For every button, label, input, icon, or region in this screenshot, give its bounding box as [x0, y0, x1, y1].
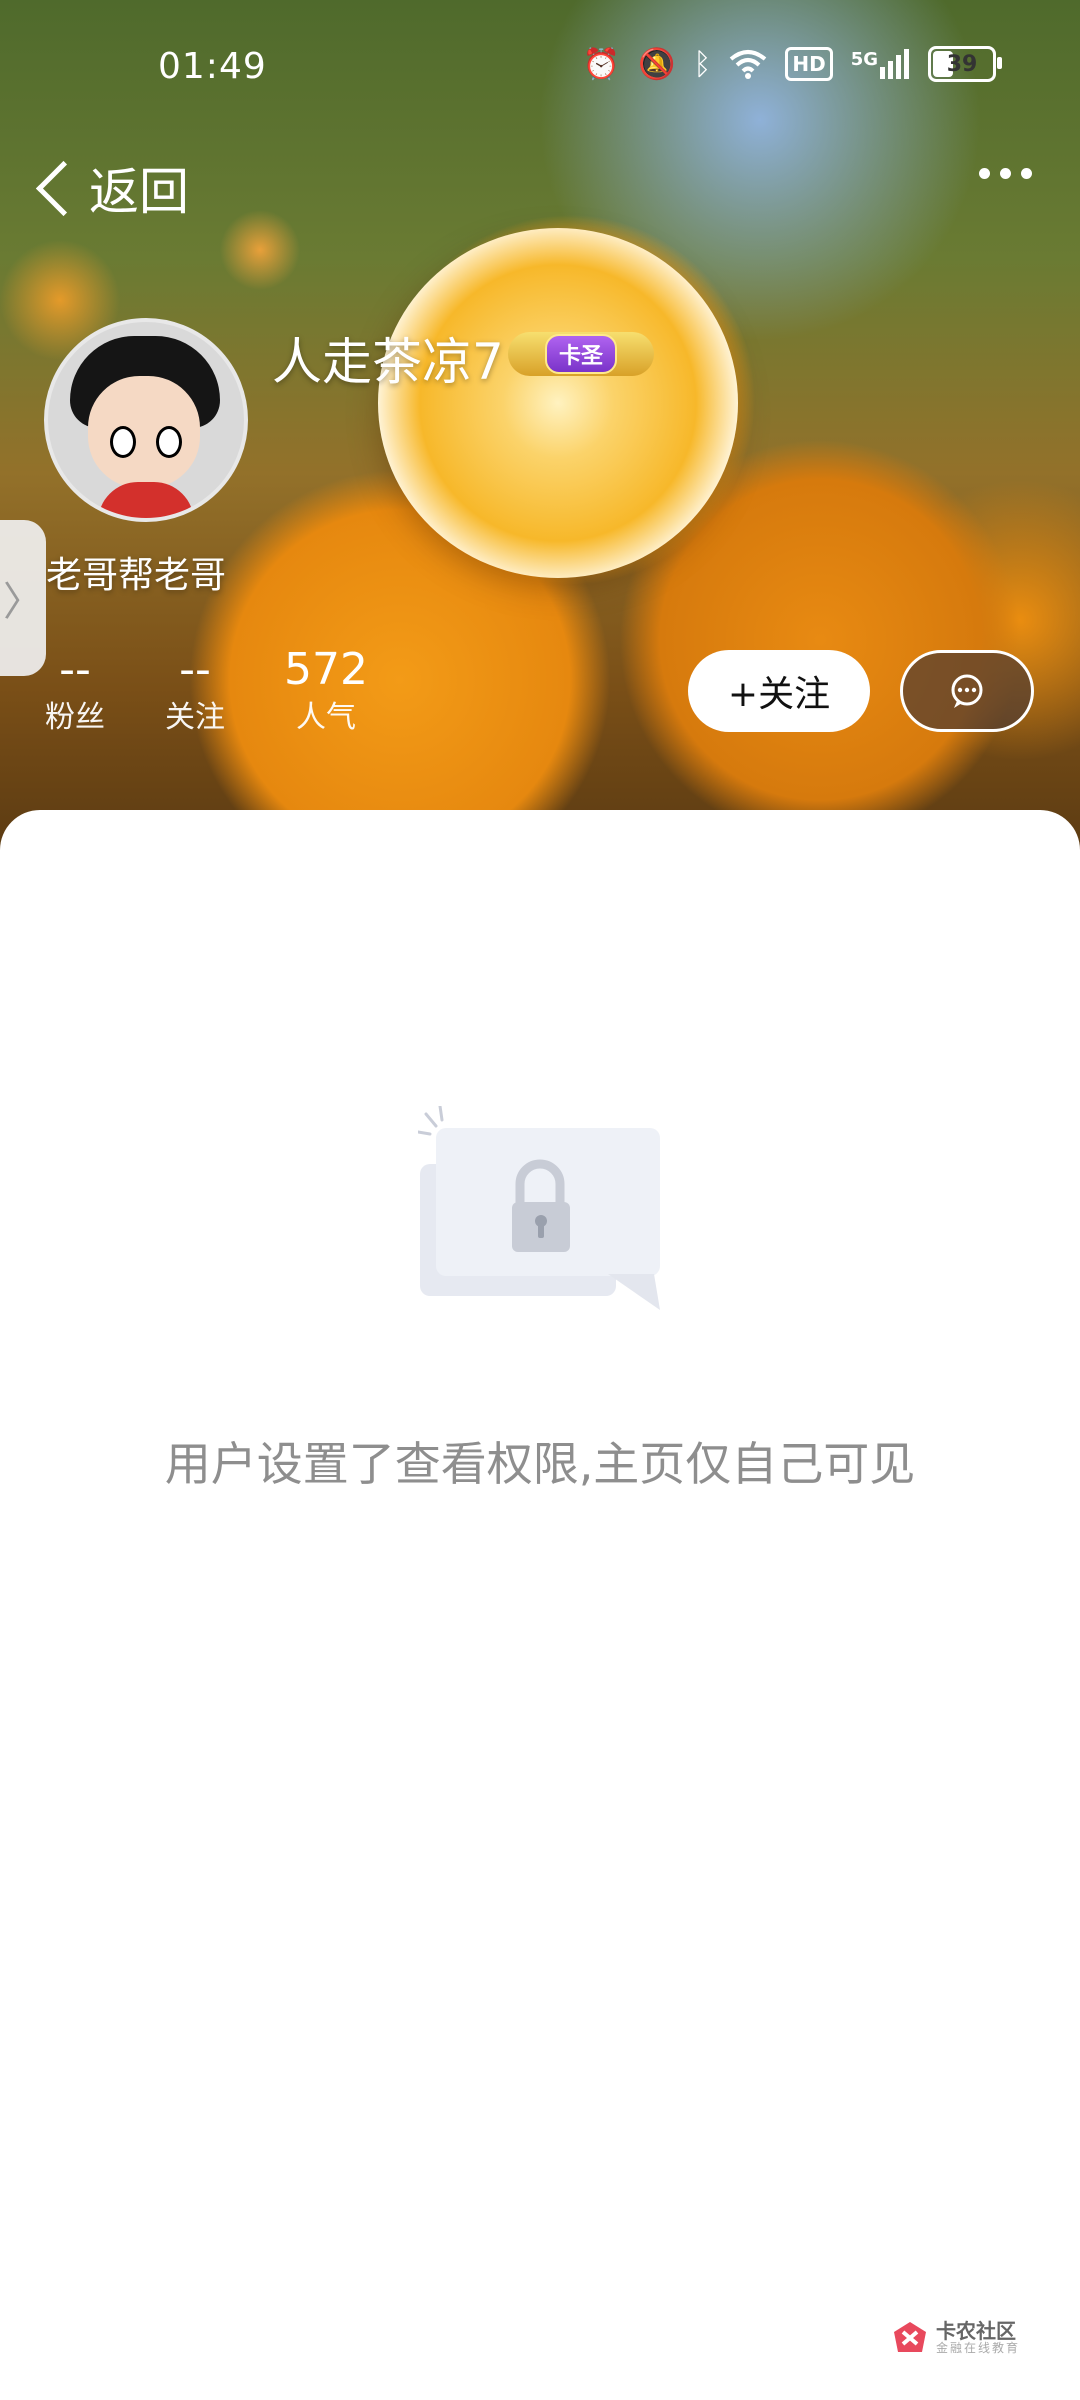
watermark-text: 卡农社区 金融在线教育 [936, 2321, 1020, 2355]
status-bar: 01:49 ⏰ 🔕 ᛒ HD 5G 39 [0, 0, 1080, 130]
avatar-eye [156, 426, 182, 458]
mute-icon: 🔕 [637, 46, 676, 82]
hd-icon: HD [785, 47, 833, 81]
orange-slice-image [378, 228, 738, 578]
stat-fans-value: -- [59, 644, 91, 695]
avatar[interactable] [44, 318, 248, 522]
wifi-icon [729, 49, 767, 79]
stat-following-value: -- [179, 644, 211, 695]
privacy-notice: 用户设置了查看权限,主页仅自己可见 [164, 1437, 916, 1491]
watermark-subtitle: 金融在线教育 [935, 2341, 1020, 2356]
more-dots-icon [979, 168, 990, 179]
stat-following-label: 关注 [165, 700, 225, 735]
battery-icon: 39 [928, 46, 1002, 82]
stat-fans-label: 粉丝 [45, 700, 105, 735]
signal-5g-icon: 5G [851, 49, 910, 79]
stat-following[interactable]: -- 关注 [158, 642, 232, 738]
more-dot [1000, 168, 1011, 179]
stat-popularity: 572 人气 [278, 642, 374, 738]
network-label: 5G [850, 49, 878, 70]
level-badge[interactable]: 卡圣 [508, 332, 654, 376]
chat-bubble-icon [951, 674, 983, 708]
stat-popularity-value: 572 [284, 644, 368, 695]
message-button[interactable] [900, 650, 1034, 732]
avatar-shirt [98, 482, 194, 518]
watermark-title: 卡农社区 [935, 2319, 1016, 2344]
status-time: 01:49 [158, 46, 267, 87]
level-badge-label: 卡圣 [544, 334, 617, 374]
more-dot [1021, 168, 1032, 179]
battery-level: 39 [946, 51, 978, 77]
status-icons: ⏰ 🔕 ᛒ HD 5G 39 [582, 46, 1002, 82]
bluetooth-icon: ᛒ [693, 46, 712, 82]
lock-icon [418, 1106, 660, 1310]
follow-button[interactable]: +关注 [688, 650, 870, 732]
watermark: 卡农社区 金融在线教育 [892, 2320, 1020, 2356]
kanong-logo-icon [893, 2322, 926, 2352]
avatar-face [88, 376, 200, 488]
chevron-right-icon: 〉 [3, 579, 43, 625]
profile-content-card [0, 810, 1080, 2400]
back-label: 返回 [89, 163, 189, 221]
back-button[interactable]: 返回 [30, 152, 189, 224]
alarm-icon: ⏰ [582, 46, 620, 82]
user-bio: 老哥帮老哥 [46, 555, 227, 596]
more-options-button[interactable] [979, 168, 1032, 179]
chevron-left-icon [35, 160, 92, 216]
avatar-eye [110, 426, 136, 458]
username: 人走茶凉7 [272, 333, 504, 391]
stat-fans[interactable]: -- 粉丝 [38, 642, 112, 738]
stat-popularity-label: 人气 [296, 700, 356, 735]
